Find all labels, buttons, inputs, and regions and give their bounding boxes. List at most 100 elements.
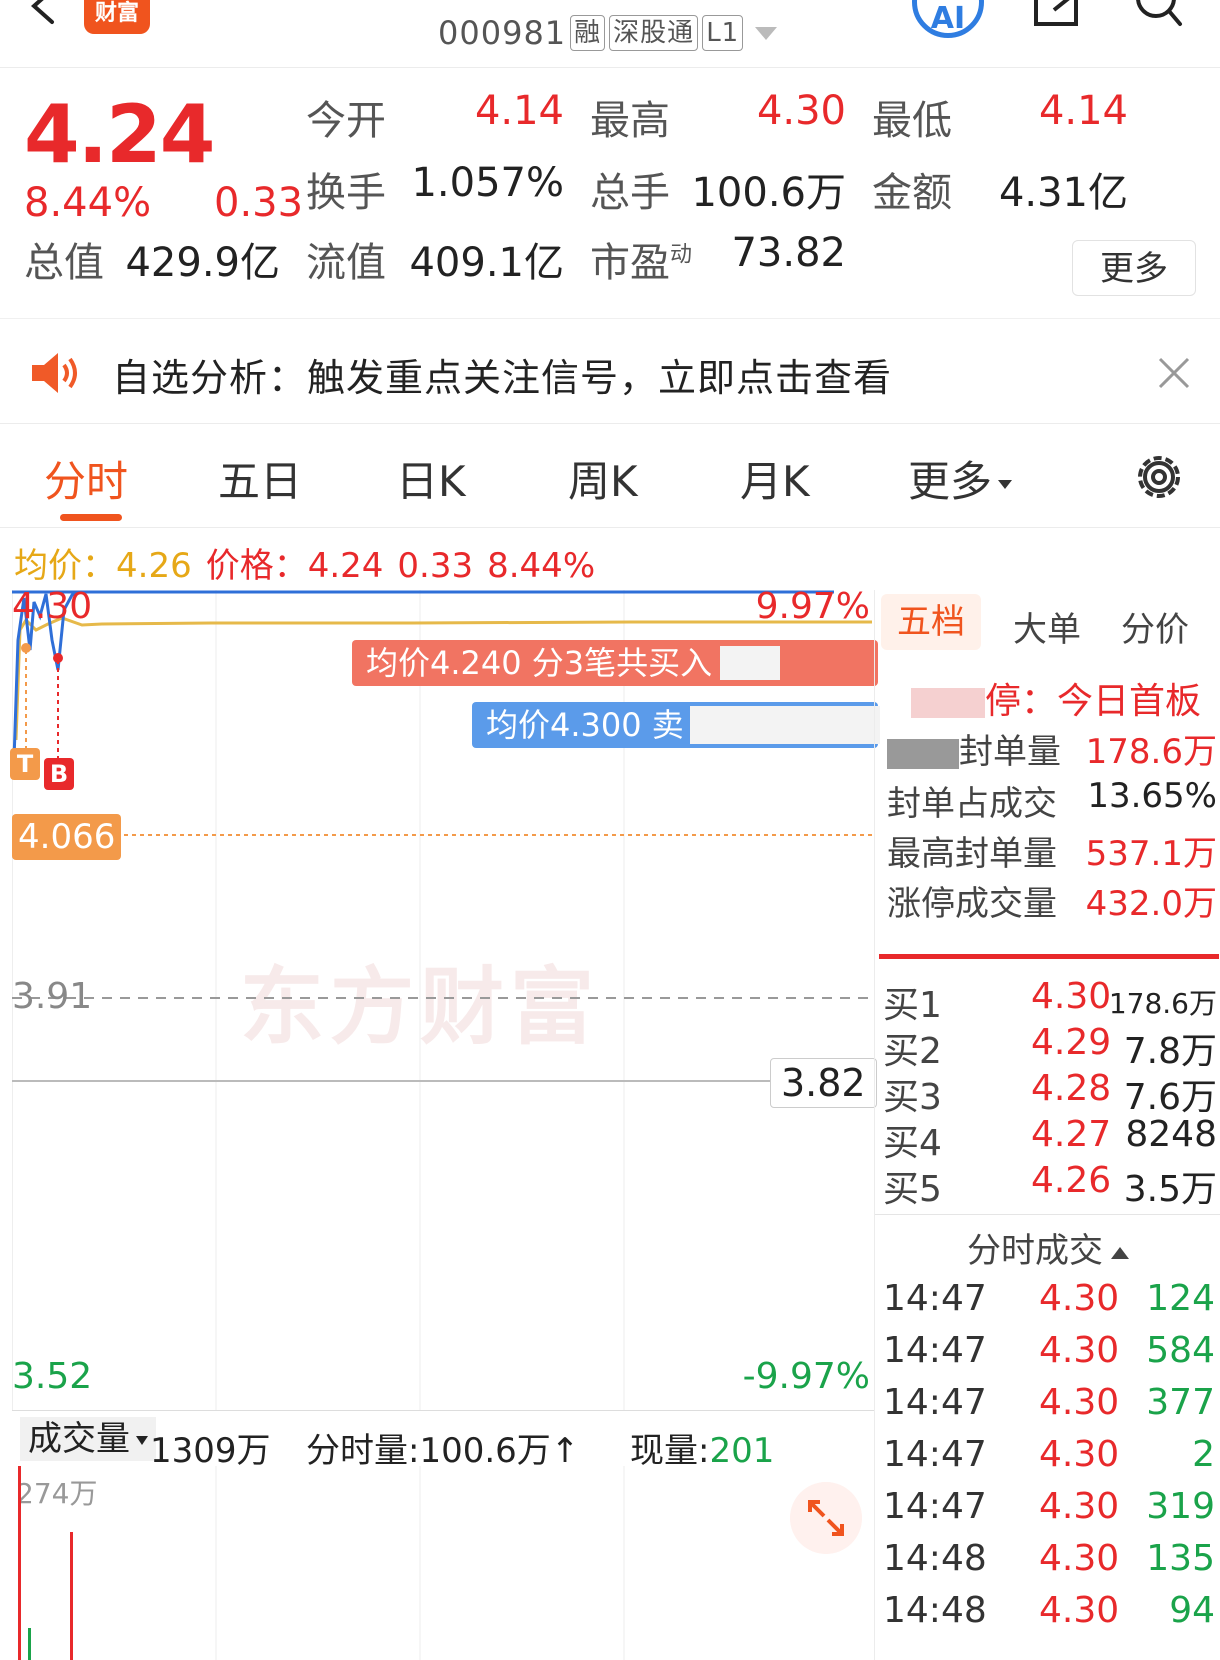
bid-row[interactable]: 买1 4.30 178.6万 bbox=[883, 976, 1220, 1026]
tick-price: 4.30 bbox=[1039, 1382, 1120, 1423]
bid-price: 4.26 bbox=[1031, 1160, 1112, 1201]
tab-daily-k[interactable]: 日K bbox=[396, 448, 466, 509]
open-label: 今开 bbox=[306, 98, 386, 144]
volume-value: 100.6万 bbox=[691, 170, 846, 216]
more-fields-button[interactable]: 更多 bbox=[1072, 240, 1196, 296]
app-logo[interactable]: 财富 bbox=[84, 0, 150, 34]
change-percent: 8.44% bbox=[24, 180, 152, 226]
tick-time: 14:47 bbox=[883, 1330, 987, 1371]
t-badge[interactable]: T bbox=[10, 748, 40, 780]
crosshair-price-label: 3.82 bbox=[770, 1058, 877, 1108]
buy-tooltip[interactable]: 均价4.240 分3笔共买入 bbox=[352, 640, 878, 686]
limit-up-volume-row: 涨停成交量 432.0万 bbox=[887, 876, 1217, 925]
tick-row: 14:47 4.30 377 bbox=[883, 1382, 1220, 1434]
fenshi-volume: 分时量:100.6万↑ bbox=[306, 1423, 579, 1472]
bid-row[interactable]: 买5 4.26 3.5万 bbox=[883, 1160, 1220, 1210]
tick-time: 14:48 bbox=[883, 1538, 987, 1579]
tick-price: 4.30 bbox=[1039, 1278, 1120, 1319]
tab-price-distribution[interactable]: 分价 bbox=[1121, 602, 1189, 651]
limit-up-volume-label: 涨停成交量 bbox=[887, 884, 1057, 924]
market-cap-label: 总值 bbox=[24, 240, 104, 286]
low-value: 4.14 bbox=[1038, 88, 1128, 134]
tab-big-orders[interactable]: 大单 bbox=[1013, 602, 1081, 651]
tick-price: 4.30 bbox=[1039, 1330, 1120, 1371]
order-book-panel: 五档 大单 分价 停：今日首板 封单量 178.6万 封单占成交 13.65% … bbox=[874, 590, 1220, 1660]
fenshi-volume-label: 分时量: bbox=[306, 1431, 420, 1471]
share-icon[interactable] bbox=[1028, 0, 1084, 32]
volume-label: 总手 bbox=[590, 170, 670, 216]
seal-volume-label: 封单量 bbox=[959, 732, 1061, 772]
volume-header: 成交量 1309万 分时量:100.6万↑ 现量:201 bbox=[12, 1410, 874, 1471]
b-badge[interactable]: B bbox=[44, 758, 74, 790]
active-tab-indicator bbox=[60, 514, 122, 521]
float-cap-value: 409.1亿 bbox=[409, 240, 564, 286]
market-cap-value: 429.9亿 bbox=[125, 240, 280, 286]
high-label: 最高 bbox=[590, 98, 670, 144]
back-arrow-icon[interactable] bbox=[24, 0, 64, 26]
search-icon[interactable] bbox=[1130, 0, 1186, 32]
amount-value: 4.31亿 bbox=[998, 170, 1128, 216]
stock-code-selector[interactable]: 000981 融 深股通 L1 bbox=[438, 14, 778, 52]
volume-bar bbox=[18, 1466, 21, 1660]
tick-price: 4.30 bbox=[1039, 1434, 1120, 1475]
seal-volume-row: 封单量 178.6万 bbox=[887, 724, 1217, 773]
tick-row: 14:47 4.30 584 bbox=[883, 1330, 1220, 1382]
tab-five-levels[interactable]: 五档 bbox=[881, 594, 981, 650]
avg-price-label: 均价： bbox=[14, 546, 116, 586]
max-seal-label: 最高封单量 bbox=[887, 834, 1057, 874]
fenshi-volume-value: 100.6万 bbox=[419, 1431, 551, 1471]
level-tag: L1 bbox=[702, 15, 744, 51]
tick-qty: 584 bbox=[1146, 1330, 1215, 1371]
ai-assistant-icon[interactable]: AI bbox=[912, 0, 984, 38]
t-marker-dot bbox=[21, 643, 31, 653]
volume-chart[interactable] bbox=[12, 1466, 874, 1660]
seal-ratio-row: 封单占成交 13.65% bbox=[887, 776, 1217, 825]
bid-row[interactable]: 买3 4.28 7.6万 bbox=[883, 1068, 1220, 1118]
volume-type-label: 成交量 bbox=[28, 1419, 130, 1459]
redacted-block bbox=[720, 646, 780, 680]
max-seal-row: 最高封单量 537.1万 bbox=[887, 826, 1217, 875]
expand-icon[interactable] bbox=[790, 1482, 862, 1554]
gear-icon[interactable] bbox=[1132, 450, 1186, 504]
bid-label: 买1 bbox=[883, 985, 942, 1026]
tab-intraday[interactable]: 分时 bbox=[44, 448, 128, 509]
bid-row[interactable]: 买4 4.27 8248 bbox=[883, 1114, 1220, 1164]
prev-close-label: 4.066 bbox=[12, 814, 122, 860]
tab-monthly-k[interactable]: 月K bbox=[740, 448, 810, 509]
last-price: 4.24 bbox=[24, 88, 215, 181]
alert-banner[interactable]: 自选分析：触发重点关注信号，立即点击查看 bbox=[0, 318, 1220, 424]
close-icon[interactable] bbox=[1154, 353, 1194, 393]
amount-label: 金额 bbox=[872, 170, 952, 216]
redacted-block bbox=[690, 706, 880, 744]
open-value: 4.14 bbox=[474, 88, 564, 134]
bid-price: 4.30 bbox=[1031, 976, 1112, 1017]
turnover-value: 1.057% bbox=[411, 160, 564, 206]
price-label: 价格： bbox=[205, 546, 308, 586]
bid-price: 4.29 bbox=[1031, 1022, 1112, 1063]
tab-weekly-k[interactable]: 周K bbox=[568, 448, 638, 509]
tick-qty: 377 bbox=[1146, 1382, 1215, 1423]
tab-five-day[interactable]: 五日 bbox=[218, 448, 302, 509]
price-change: 0.33 bbox=[397, 546, 474, 586]
bid-volume: 7.8万 bbox=[1123, 1031, 1217, 1072]
tick-qty: 124 bbox=[1146, 1278, 1215, 1319]
tick-price: 4.30 bbox=[1039, 1538, 1120, 1579]
low-label: 最低 bbox=[872, 98, 952, 144]
limit-up-title-text: 停：今日首板 bbox=[985, 681, 1202, 722]
tick-qty: 2 bbox=[1192, 1434, 1215, 1475]
bid-row[interactable]: 买2 4.29 7.8万 bbox=[883, 1022, 1220, 1072]
bid-label: 买4 bbox=[883, 1123, 942, 1164]
y-bottom-pct-label: -9.97% bbox=[742, 1356, 870, 1397]
speaker-icon bbox=[32, 353, 77, 393]
volume-type-selector[interactable]: 成交量 bbox=[20, 1417, 156, 1461]
limit-up-volume-value: 432.0万 bbox=[1085, 884, 1217, 924]
caret-up-icon bbox=[1111, 1246, 1129, 1259]
caret-down-icon bbox=[998, 480, 1013, 489]
bid-label: 买5 bbox=[883, 1169, 942, 1210]
turnover-label: 换手 bbox=[306, 170, 386, 216]
tick-row: 14:47 4.30 2 bbox=[883, 1434, 1220, 1486]
price-value: 4.24 bbox=[307, 546, 384, 586]
ticks-header[interactable]: 分时成交 bbox=[875, 1214, 1220, 1272]
tab-more[interactable]: 更多 bbox=[908, 448, 1013, 509]
alert-text: 自选分析：触发重点关注信号，立即点击查看 bbox=[112, 356, 893, 400]
